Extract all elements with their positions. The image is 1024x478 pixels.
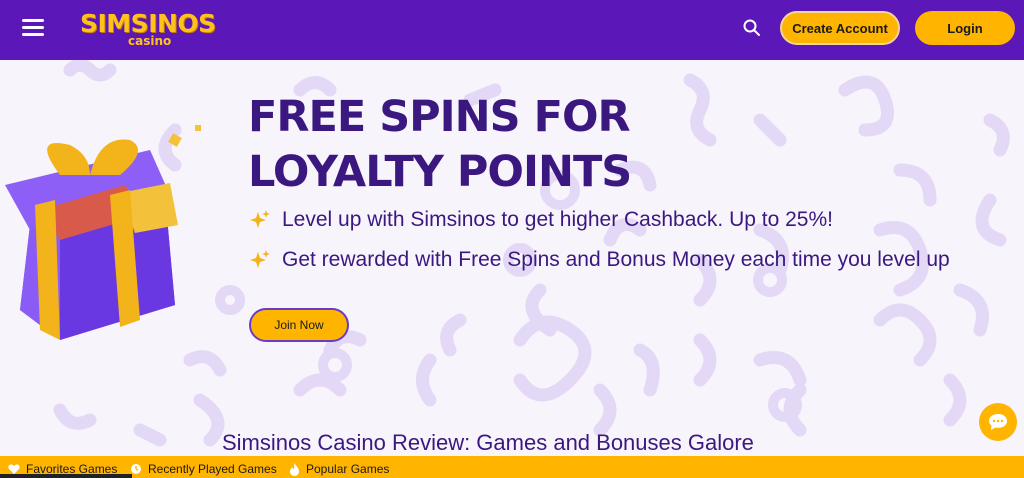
bottom-bar-indicator (0, 474, 132, 478)
fire-icon (290, 462, 299, 476)
logo-sub-text: casino (124, 35, 176, 48)
popular-games-link[interactable]: Popular Games (289, 462, 389, 476)
create-account-button[interactable]: Create Account (780, 11, 900, 45)
join-now-button[interactable]: Join Now (249, 308, 349, 342)
bottom-quick-bar: Favorites Games Recently Played Games Po… (0, 456, 1024, 478)
hero-title-line2: LOYALTY POINTS (248, 147, 632, 197)
login-button[interactable]: Login (915, 11, 1015, 45)
hero-title: FREE SPINS FOR LOYALTY POINTS (248, 90, 748, 200)
hero-bullet-2-text: Get rewarded with Free Spins and Bonus M… (282, 248, 950, 271)
gift-box-icon (5, 125, 201, 340)
popular-games-label: Popular Games (306, 462, 390, 476)
hero-bullet-2: Get rewarded with Free Spins and Bonus M… (248, 248, 950, 272)
site-header: SIMSINOS casino Create Account Login (0, 0, 1024, 60)
sparkle-icon (250, 250, 270, 268)
hero-title-line1: FREE SPINS FOR (248, 92, 631, 142)
site-logo[interactable]: SIMSINOS casino (80, 9, 216, 49)
recently-played-games-label: Recently Played Games (148, 462, 277, 476)
review-heading: Simsinos Casino Review: Games and Bonuse… (222, 430, 754, 455)
hero-bullet-1: Level up with Simsinos to get higher Cas… (248, 208, 833, 232)
hero-bullet-1-text: Level up with Simsinos to get higher Cas… (282, 208, 833, 231)
search-icon[interactable] (742, 18, 762, 38)
recently-played-games-link[interactable]: Recently Played Games (130, 462, 277, 476)
sparkle-icon (250, 210, 270, 228)
hamburger-menu-icon[interactable] (22, 17, 48, 39)
chat-icon[interactable] (979, 403, 1017, 441)
